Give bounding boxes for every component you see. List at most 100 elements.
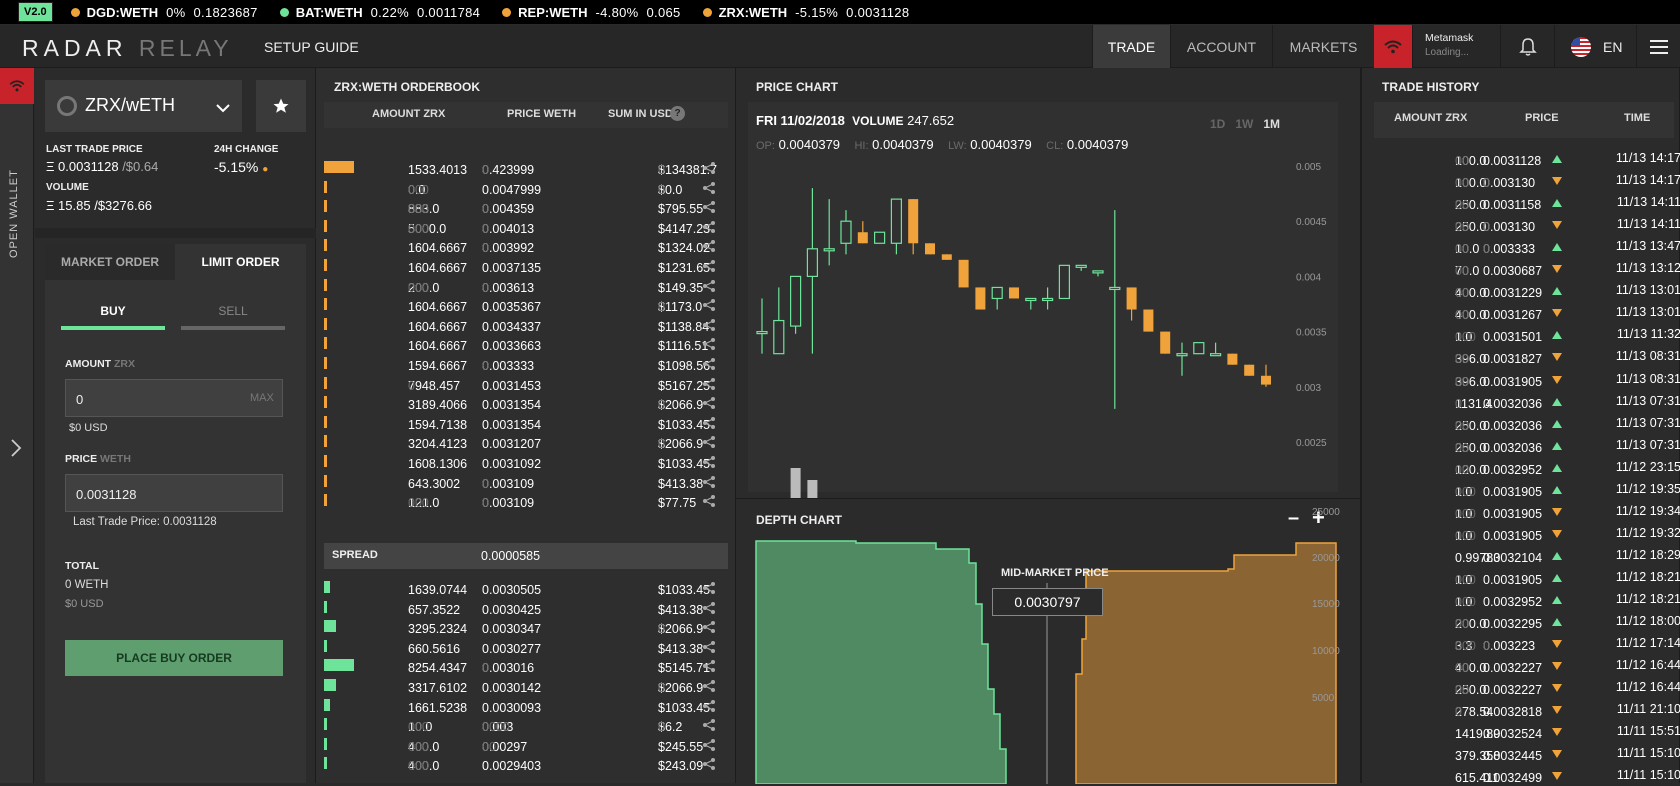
share-icon[interactable] [702, 757, 716, 771]
ask-row[interactable]: 7948.457 0 0.0031453 $5167.25 [316, 373, 736, 394]
ask-row[interactable]: 1604.6667 0.0035367 $1173.0 0 [316, 294, 736, 315]
star-icon[interactable] [256, 80, 306, 132]
ask-row[interactable]: 1594.7138 0.0031354 $1033.45 [316, 412, 736, 433]
share-icon[interactable] [702, 396, 716, 410]
candle-body[interactable] [1058, 264, 1070, 300]
bid-row[interactable]: 400.0 000 0.00297 00 $245.55 [316, 734, 736, 755]
candle-body[interactable] [823, 248, 835, 252]
bid-row[interactable]: 3295.2324 0.0030347 $2066.9 0 [316, 616, 736, 637]
share-icon[interactable] [702, 435, 716, 449]
candle-body[interactable] [1227, 353, 1238, 365]
candle-body[interactable] [1042, 297, 1054, 302]
place-buy-order-button[interactable]: PLACE BUY ORDER [65, 640, 283, 676]
candle-body[interactable] [1160, 331, 1171, 354]
ticker-item[interactable]: REP:WETH -4.80% 0.065 [502, 5, 680, 20]
ask-row[interactable]: 5000.0 000 0.004013 0 $4147.23 [316, 216, 736, 237]
candlestick-chart[interactable]: 0.0050.00450.0040.00350.0030.0025OCT 15O… [736, 68, 1361, 498]
ask-row[interactable]: 121.0 000 0.003109 0 $77.75 [316, 490, 736, 511]
hamburger-menu-icon[interactable] [1636, 25, 1680, 68]
buy-tab[interactable]: BUY [61, 294, 165, 330]
share-icon[interactable] [702, 259, 716, 273]
ticker-item[interactable]: ZRX:WETH -5.15% 0.0031128 [702, 5, 910, 20]
candle-body[interactable] [1075, 264, 1087, 268]
bid-row[interactable]: 657.3522 0.0030425 $413.38 [316, 597, 736, 618]
share-icon[interactable] [702, 699, 716, 713]
share-icon[interactable] [702, 494, 716, 508]
candle-body[interactable] [1092, 270, 1104, 274]
share-icon[interactable] [702, 659, 716, 673]
bell-icon[interactable] [1500, 25, 1554, 68]
candle-body[interactable] [1025, 297, 1037, 302]
share-icon[interactable] [702, 298, 716, 312]
ask-row[interactable]: 200.0 000 0.003613 0 $149.35 [316, 275, 736, 296]
price-input[interactable]: 0.0031128 [65, 474, 283, 512]
metamask-status[interactable]: Metamask Loading... [1412, 25, 1500, 68]
candle-body[interactable] [1109, 286, 1121, 291]
share-icon[interactable] [702, 337, 716, 351]
pair-selector[interactable]: ZRX/wETH [45, 80, 242, 132]
bid-row[interactable]: 400.0 000 0.0029403 $243.09 [316, 753, 736, 774]
setup-guide-link[interactable]: SETUP GUIDE [264, 39, 359, 55]
share-icon[interactable] [702, 601, 716, 615]
candle-body[interactable] [991, 286, 1003, 300]
share-icon[interactable] [702, 416, 716, 430]
share-icon[interactable] [702, 181, 716, 195]
share-icon[interactable] [702, 239, 716, 253]
nav-account[interactable]: ACCOUNT [1170, 25, 1272, 68]
share-icon[interactable] [702, 318, 716, 332]
bid-row[interactable]: 3317.6102 0.0030142 $2066.9 0 [316, 675, 736, 696]
ask-row[interactable]: 1604.6667 0.0037135 $1231.65 [316, 255, 736, 276]
ask-row[interactable]: 3204.4123 0.0031207 $2066.9 0 [316, 431, 736, 452]
share-icon[interactable] [702, 455, 716, 469]
ask-row[interactable]: 0.0 000 0.0047999 $0.0 0 [316, 177, 736, 198]
ticker-item[interactable]: BAT:WETH 0.22% 0.0011784 [279, 5, 480, 20]
ask-row[interactable]: 1533.4013 0.423999 0 $134381.7 0 [316, 157, 736, 178]
candle-body[interactable] [857, 232, 868, 244]
open-wallet-label[interactable]: OPEN WALLET [8, 169, 20, 258]
share-icon[interactable] [702, 718, 716, 732]
ask-row[interactable]: 883.0 000 0.004359 0 $795.55 [316, 196, 736, 217]
candle-body[interactable] [1261, 375, 1271, 385]
max-button[interactable]: MAX [250, 392, 274, 404]
share-icon[interactable] [702, 279, 716, 293]
nav-markets[interactable]: MARKETS [1272, 25, 1374, 68]
ask-row[interactable]: 1604.6667 0.0033663 $1116.51 [316, 333, 736, 354]
candle-body[interactable] [941, 254, 952, 260]
share-icon[interactable] [702, 357, 716, 371]
candle-body[interactable] [925, 243, 935, 255]
ask-row[interactable]: 643.3002 0.003109 0 $413.38 [316, 471, 736, 492]
candle-body[interactable] [789, 275, 802, 327]
ask-row[interactable]: 1608.1306 0.0031092 $1033.45 [316, 451, 736, 472]
bid-row[interactable]: 8254.4347 0.003016 0 $5145.71 [316, 655, 736, 676]
sell-tab[interactable]: SELL [181, 294, 285, 330]
share-icon[interactable] [702, 377, 716, 391]
share-icon[interactable] [702, 475, 716, 489]
bid-row[interactable]: 660.5616 0.0030277 $413.38 [316, 636, 736, 657]
candle-body[interactable] [1126, 287, 1137, 310]
tab-limit-order[interactable]: LIMIT ORDER [175, 244, 306, 280]
ask-row[interactable]: 1604.6667 0.003992 0 $1324.02 [316, 235, 736, 256]
nav-trade[interactable]: TRADE [1092, 25, 1170, 68]
share-icon[interactable] [702, 200, 716, 214]
amount-input[interactable]: 0 MAX [65, 379, 283, 417]
candle-body[interactable] [1176, 353, 1188, 357]
wallet-sidebar[interactable]: OPEN WALLET [0, 68, 34, 783]
ask-row[interactable]: 3189.4066 0.0031354 $2066.9 0 [316, 392, 736, 413]
bid-row[interactable]: 10.0 000 0.003 0000 $6.2 0 [316, 714, 736, 735]
candle-body[interactable] [908, 199, 919, 244]
candle-body[interactable] [1143, 309, 1154, 332]
candle-body[interactable] [958, 259, 969, 288]
candle-body[interactable] [890, 198, 902, 244]
share-icon[interactable] [702, 161, 716, 175]
logo[interactable]: RADAR RELAY [22, 35, 233, 62]
candle-body[interactable] [806, 248, 819, 278]
share-icon[interactable] [702, 679, 716, 693]
bid-row[interactable]: 1661.5238 0.0030093 $1033.45 [316, 695, 736, 716]
ask-row[interactable]: 1594.6667 0.003333 0 $1098.56 [316, 353, 736, 374]
candle-body[interactable] [1009, 287, 1019, 299]
candle-body[interactable] [840, 220, 852, 244]
candle-body[interactable] [1244, 364, 1255, 376]
bid-row[interactable]: 1639.0744 0.0030505 $1033.45 [316, 577, 736, 598]
share-icon[interactable] [702, 581, 716, 595]
candle-body[interactable] [1193, 342, 1205, 355]
